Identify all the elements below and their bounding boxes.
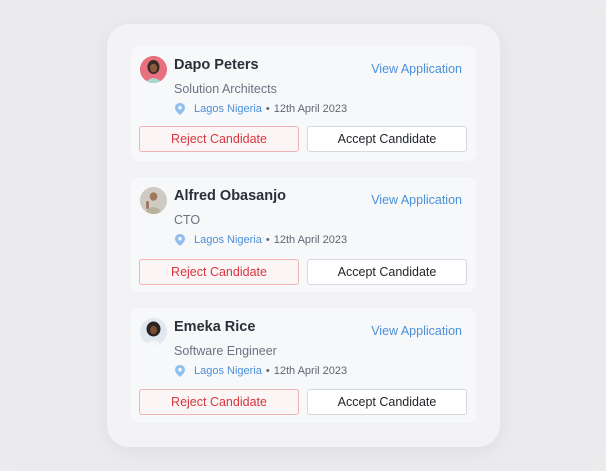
candidate-date: 12th April 2023 xyxy=(273,103,348,115)
candidate-card: Emeka Rice Software Engineer Lagos Niger… xyxy=(131,308,476,423)
reject-candidate-button[interactable]: Reject Candidate xyxy=(139,259,299,285)
candidate-name: Dapo Peters xyxy=(174,57,259,73)
candidate-name: Alfred Obasanjo xyxy=(174,188,286,204)
accept-candidate-button[interactable]: Accept Candidate xyxy=(307,126,467,152)
candidate-card: Dapo Peters Solution Architects Lagos Ni… xyxy=(131,46,476,161)
candidate-role: Solution Architects xyxy=(174,82,277,96)
candidate-date: 12th April 2023 xyxy=(273,234,348,246)
meta-separator: • xyxy=(265,234,270,246)
view-application-link[interactable]: View Application xyxy=(371,193,462,207)
candidate-avatar xyxy=(140,56,167,83)
accept-candidate-button[interactable]: Accept Candidate xyxy=(307,389,467,415)
candidate-role: Software Engineer xyxy=(174,344,277,358)
candidate-date: 12th April 2023 xyxy=(273,365,348,377)
candidate-meta: Lagos Nigeria • 12th April 2023 xyxy=(175,364,347,378)
candidate-location: Lagos Nigeria xyxy=(194,234,262,246)
meta-separator: • xyxy=(265,365,270,377)
candidate-location: Lagos Nigeria xyxy=(194,103,262,115)
candidate-avatar xyxy=(140,318,167,345)
view-application-link[interactable]: View Application xyxy=(371,62,462,76)
accept-candidate-button[interactable]: Accept Candidate xyxy=(307,259,467,285)
location-pin-icon xyxy=(175,103,185,115)
reject-candidate-button[interactable]: Reject Candidate xyxy=(139,126,299,152)
candidate-card: Alfred Obasanjo CTO Lagos Nigeria • 12th… xyxy=(131,177,476,292)
view-application-link[interactable]: View Application xyxy=(371,324,462,338)
location-pin-icon xyxy=(175,234,185,246)
meta-separator: • xyxy=(265,103,270,115)
candidate-location: Lagos Nigeria xyxy=(194,365,262,377)
reject-candidate-button[interactable]: Reject Candidate xyxy=(139,389,299,415)
candidate-meta: Lagos Nigeria • 12th April 2023 xyxy=(175,233,347,247)
candidate-name: Emeka Rice xyxy=(174,319,256,335)
location-pin-icon xyxy=(175,365,185,377)
candidate-role: CTO xyxy=(174,213,201,227)
candidate-avatar xyxy=(140,187,167,214)
candidate-meta: Lagos Nigeria • 12th April 2023 xyxy=(175,102,347,116)
